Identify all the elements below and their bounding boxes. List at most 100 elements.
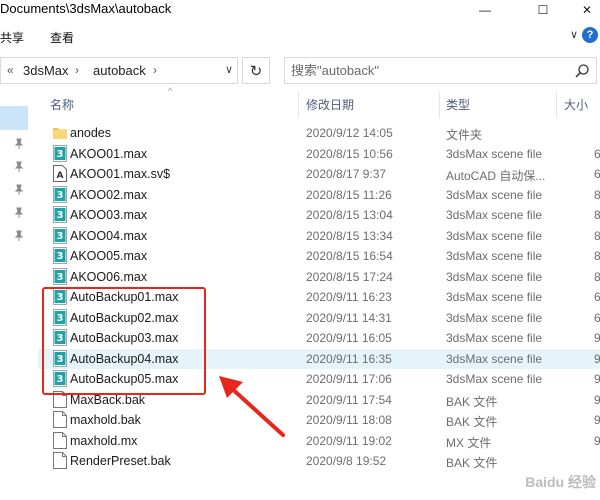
pin-icon[interactable] bbox=[13, 138, 25, 150]
file-row[interactable]: anodes 2020/9/12 14:05 文件夹 bbox=[38, 123, 600, 143]
file-date: 2020/9/11 17:54 bbox=[306, 392, 392, 407]
file-name[interactable]: maxhold.mx bbox=[70, 434, 137, 448]
file-date: 2020/9/11 19:02 bbox=[306, 433, 392, 448]
file-name[interactable]: AKOO01.max.sv$ bbox=[70, 167, 170, 181]
file-row[interactable]: 3 AKOO04.max 2020/8/15 13:34 3dsMax scene f… bbox=[38, 226, 600, 246]
breadcrumb-separator-icon[interactable]: › bbox=[75, 63, 79, 77]
file-size: 95,93 bbox=[594, 372, 600, 386]
file-date: 2020/9/12 14:05 bbox=[306, 126, 393, 140]
file-date: 2020/9/11 18:08 bbox=[306, 413, 392, 427]
title-bar: Documents\3dsMax\autoback — ☐ ✕ bbox=[0, 0, 600, 20]
tab-view[interactable]: 查看 bbox=[50, 29, 74, 46]
file-type: MX 文件 bbox=[446, 435, 492, 450]
file-row[interactable]: A AKOO01.max.sv$ 2020/8/17 9:37 AutoCAD 自动保… bbox=[38, 164, 600, 184]
3dsmax-file-icon: 3 bbox=[53, 226, 67, 244]
breadcrumb-3dsmax[interactable]: 3dsMax bbox=[23, 63, 69, 78]
blank-file-icon bbox=[53, 452, 67, 469]
overflow-chevron-icon[interactable]: « bbox=[7, 63, 14, 77]
watermark: Baidu 经验 bbox=[525, 474, 596, 490]
annotation-arrow-icon bbox=[219, 376, 285, 437]
file-name[interactable]: anodes bbox=[70, 126, 111, 140]
help-icon[interactable]: ? bbox=[582, 27, 598, 43]
file-size: 95,48 bbox=[594, 413, 600, 427]
refresh-button[interactable]: ↻ bbox=[242, 57, 270, 84]
file-type: 3dsMax scene file bbox=[446, 269, 543, 284]
file-date: 2020/8/15 16:54 bbox=[306, 249, 393, 263]
address-dropdown-icon[interactable]: ∨ bbox=[225, 63, 233, 76]
file-type: 3dsMax scene file bbox=[446, 208, 543, 222]
blank-file-icon bbox=[53, 411, 67, 428]
file-row[interactable]: maxhold.bak 2020/9/11 18:08 BAK 文件 95,48 bbox=[38, 410, 600, 430]
file-name[interactable]: AKOO06.max bbox=[70, 270, 147, 284]
column-divider[interactable] bbox=[439, 92, 440, 118]
file-date: 2020/9/11 16:05 bbox=[306, 331, 392, 345]
minimize-button[interactable]: — bbox=[462, 0, 508, 20]
maximize-button[interactable]: ☐ bbox=[520, 0, 566, 20]
file-type: BAK 文件 bbox=[446, 456, 498, 470]
file-row[interactable]: maxhold.mx 2020/9/11 19:02 MX 文件 95,67 bbox=[38, 431, 600, 451]
file-size: 96,36 bbox=[594, 351, 600, 366]
sort-ascending-icon: ^ bbox=[168, 86, 173, 96]
navigation-pane bbox=[0, 92, 35, 500]
3dsmax-file-icon: 3 bbox=[53, 247, 67, 264]
ribbon-tabs: 共享 查看 ∨ ? bbox=[0, 24, 600, 48]
file-type: 3dsMax scene file bbox=[446, 331, 543, 345]
pin-icon[interactable] bbox=[13, 161, 25, 173]
column-size[interactable]: 大小 bbox=[564, 96, 588, 113]
file-size: 98,34 bbox=[594, 331, 600, 345]
file-type: AutoCAD 自动保... bbox=[446, 169, 546, 183]
file-date: 2020/8/15 13:34 bbox=[306, 228, 393, 243]
file-date: 2020/8/15 17:24 bbox=[306, 269, 393, 284]
nav-item-selected[interactable] bbox=[0, 106, 28, 130]
file-size: 95,63 bbox=[594, 392, 600, 407]
pin-icon[interactable] bbox=[13, 230, 25, 242]
search-input[interactable] bbox=[291, 63, 561, 78]
search-box[interactable] bbox=[284, 57, 597, 84]
column-divider[interactable] bbox=[298, 92, 299, 118]
3dsmax-file-icon: 3 bbox=[53, 185, 67, 203]
column-header: ^ 名称 修改日期 类型 大小 bbox=[38, 86, 600, 118]
address-bar[interactable]: « 3dsMax › autoback › ∨ bbox=[0, 57, 238, 84]
file-row[interactable]: 3 AKOO03.max 2020/8/15 13:04 3dsMax scene f… bbox=[38, 205, 600, 225]
column-name[interactable]: 名称 bbox=[50, 96, 74, 113]
svg-text:3: 3 bbox=[57, 190, 64, 201]
column-divider[interactable] bbox=[556, 92, 557, 118]
file-row[interactable]: RenderPreset.bak 2020/9/8 19:52 BAK 文件 bbox=[38, 451, 600, 471]
svg-text:3: 3 bbox=[57, 149, 64, 160]
file-row[interactable]: 3 AKOO02.max 2020/8/15 11:26 3dsMax scene f… bbox=[38, 185, 600, 205]
file-date: 2020/9/11 14:31 bbox=[306, 310, 392, 325]
file-name[interactable]: AKOO03.max bbox=[70, 208, 147, 222]
file-row[interactable]: 3 AKOO05.max 2020/8/15 16:54 3dsMax scene f… bbox=[38, 246, 600, 266]
file-type: BAK 文件 bbox=[446, 394, 498, 409]
breadcrumb-separator-icon[interactable]: › bbox=[153, 63, 157, 77]
file-name[interactable]: AKOO05.max bbox=[70, 249, 147, 263]
file-size: 80 bbox=[594, 249, 600, 263]
breadcrumb-autoback[interactable]: autoback bbox=[93, 63, 146, 78]
pin-icon[interactable] bbox=[13, 207, 25, 219]
file-size: 81 bbox=[594, 228, 600, 243]
file-row[interactable]: 3 AKOO06.max 2020/8/15 17:24 3dsMax scene f… bbox=[38, 267, 600, 287]
column-date[interactable]: 修改日期 bbox=[306, 96, 354, 113]
file-date: 2020/9/11 16:23 bbox=[306, 290, 392, 304]
search-icon[interactable] bbox=[574, 63, 590, 79]
file-name[interactable]: maxhold.bak bbox=[70, 413, 141, 427]
svg-text:3: 3 bbox=[57, 231, 64, 242]
file-type: 3dsMax scene file bbox=[446, 187, 543, 202]
file-type: 3dsMax scene file bbox=[446, 146, 543, 161]
file-date: 2020/8/15 11:26 bbox=[306, 187, 392, 202]
tab-share[interactable]: 共享 bbox=[0, 29, 24, 46]
pin-icon[interactable] bbox=[13, 184, 25, 196]
file-name[interactable]: AKOO04.max bbox=[70, 229, 147, 243]
3dsmax-file-icon: 3 bbox=[53, 144, 67, 162]
column-type[interactable]: 类型 bbox=[446, 96, 470, 113]
close-button[interactable]: ✕ bbox=[574, 0, 600, 20]
file-name[interactable]: AKOO02.max bbox=[70, 188, 147, 202]
file-type: 3dsMax scene file bbox=[446, 290, 543, 304]
file-name[interactable]: RenderPreset.bak bbox=[70, 454, 171, 468]
file-date: 2020/8/15 10:56 bbox=[306, 146, 393, 161]
file-row[interactable]: 3 AKOO01.max 2020/8/15 10:56 3dsMax scene f… bbox=[38, 144, 600, 164]
file-date: 2020/9/11 17:06 bbox=[306, 372, 392, 386]
ribbon-expand-icon[interactable]: ∨ bbox=[570, 28, 578, 41]
file-name[interactable]: AKOO01.max bbox=[70, 147, 147, 161]
svg-text:A: A bbox=[57, 171, 64, 181]
